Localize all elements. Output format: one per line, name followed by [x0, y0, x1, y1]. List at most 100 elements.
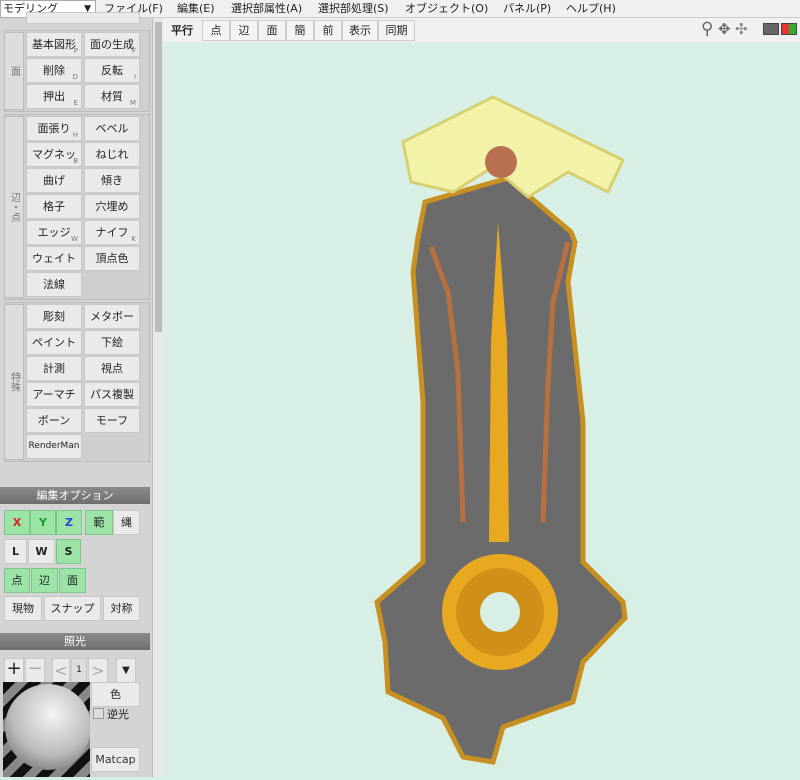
menu-edit[interactable]: 編集(E) [177, 0, 215, 18]
light-color-button[interactable]: 色 [91, 682, 140, 707]
tool-label: 曲げ [43, 174, 65, 187]
tool-label: 彫刻 [43, 310, 65, 323]
tool-label: 基本図形 [32, 38, 76, 51]
tool-button[interactable]: ボーン [26, 408, 82, 433]
tool-button[interactable]: 反転 I [84, 58, 140, 83]
tool-button[interactable]: 穴埋め [84, 194, 140, 219]
range-toggle[interactable]: 範 [85, 510, 113, 535]
panel-scrollbar[interactable] [152, 18, 163, 777]
shortcut-key: E [73, 99, 78, 107]
matcap-button[interactable]: Matcap [91, 747, 140, 772]
coord-local[interactable]: L [4, 539, 27, 564]
tool-button[interactable]: マグネットB [26, 142, 82, 184]
tool-label: 面の生成 [90, 38, 134, 51]
tool-label: 下絵 [101, 336, 123, 349]
sync-button[interactable]: 同期 [378, 20, 415, 41]
add-light-button[interactable]: + [4, 658, 24, 683]
select-edge[interactable]: 辺 [31, 568, 58, 593]
scrollbar-thumb[interactable] [155, 22, 162, 332]
collapsed-button[interactable] [26, 12, 140, 24]
tool-label: ねじれ [95, 148, 129, 161]
tool-button[interactable]: ナイフ K [84, 220, 140, 245]
tool-button[interactable]: RenderMan [26, 434, 82, 459]
3d-viewport[interactable] [163, 42, 800, 777]
tool-label: 穴埋め [95, 200, 129, 213]
remove-light-button[interactable]: − [25, 658, 45, 683]
axis-y-toggle[interactable]: Y [30, 510, 56, 535]
tool-label: 頂点色 [95, 252, 129, 265]
select-point[interactable]: 点 [4, 568, 30, 593]
mode-point[interactable]: 点 [202, 20, 230, 41]
tool-button[interactable]: 削除 D [26, 58, 82, 83]
backlight-label: 逆光 [107, 708, 129, 721]
tool-label: ナイフ [95, 226, 129, 239]
tool-button[interactable]: 格子 [26, 194, 82, 219]
snap-button[interactable]: スナップ [44, 596, 101, 621]
backlight-checkbox[interactable] [93, 708, 104, 719]
matcap-sphere-preview[interactable] [3, 682, 90, 777]
tool-button[interactable]: ウェイト [26, 246, 82, 271]
tool-button[interactable]: パス複製 [84, 382, 140, 407]
light-index: 1 [71, 658, 87, 683]
tool-label: 計測 [43, 362, 65, 375]
menu-panel[interactable]: パネル(P) [503, 0, 551, 18]
mode-face[interactable]: 面 [258, 20, 286, 41]
prev-light-button[interactable]: < [52, 658, 70, 683]
tool-button[interactable]: 押出 E [26, 84, 82, 109]
move-icon[interactable]: ✥ [718, 20, 731, 38]
menu-help[interactable]: ヘルプ(H) [566, 0, 616, 18]
shortcut-key: W [71, 235, 78, 243]
shortcut-key: D [72, 73, 78, 81]
tool-button[interactable]: 法線 [26, 272, 82, 297]
display-button[interactable]: 表示 [342, 20, 378, 41]
tool-label: 押出 [43, 90, 65, 103]
tool-button[interactable]: 傾き [84, 168, 140, 193]
tool-button[interactable]: 基本図形 P [26, 32, 82, 57]
coord-screen[interactable]: S [56, 539, 81, 564]
front-button[interactable]: 前 [314, 20, 342, 41]
shortcut-key: H [72, 131, 78, 139]
symmetry-button[interactable]: 対称 [103, 596, 140, 621]
coord-world[interactable]: W [28, 539, 55, 564]
axis-z-toggle[interactable]: Z [56, 510, 82, 535]
tool-button[interactable]: ねじれ [84, 142, 140, 167]
menu-processing[interactable]: 選択部処理(S) [318, 0, 389, 18]
simple-button[interactable]: 簡 [286, 20, 314, 41]
tool-button[interactable]: 面張り H [26, 116, 82, 141]
shortcut-key: F [131, 47, 136, 55]
tool-button[interactable]: 面の生成 F [84, 32, 140, 57]
tool-button[interactable]: 計測 [26, 356, 82, 381]
light-menu-chevron-icon[interactable]: ▼ [116, 658, 136, 683]
model-top-gem [485, 146, 517, 178]
search-icon[interactable]: ⚲ [701, 19, 713, 39]
next-light-button[interactable]: > [88, 658, 108, 683]
tool-label: ボーン [37, 414, 71, 427]
tool-button[interactable]: 曲げ [26, 168, 82, 193]
tool-button[interactable]: メタボール [84, 304, 140, 346]
actual-button[interactable]: 現物 [4, 596, 42, 621]
tool-button[interactable]: ベベル [84, 116, 140, 141]
model-top-cap [401, 95, 625, 199]
tool-button[interactable]: アーマチャー [26, 382, 82, 424]
tool-label: 反転 [101, 64, 123, 77]
tool-button[interactable]: ペイント [26, 330, 82, 355]
projection-label[interactable]: 平行 [171, 22, 193, 38]
select-face[interactable]: 面 [59, 568, 86, 593]
mode-edge[interactable]: 辺 [230, 20, 258, 41]
tool-label: 材質 [101, 90, 123, 103]
tool-button[interactable]: エッジ W [26, 220, 82, 245]
multi-view-icon[interactable] [781, 23, 797, 35]
tool-button[interactable]: 視点 [84, 356, 140, 381]
tool-button[interactable]: 材質 M [84, 84, 140, 109]
menu-attributes[interactable]: 選択部属性(A) [231, 0, 302, 18]
rotate-icon[interactable]: ✣ [735, 20, 748, 38]
tool-button[interactable]: モーフ [84, 408, 140, 433]
axis-x-toggle[interactable]: X [4, 510, 30, 535]
tool-label: 傾き [101, 174, 123, 187]
single-view-icon[interactable] [763, 23, 779, 35]
rope-toggle[interactable]: 縄 [113, 510, 140, 535]
tool-button[interactable]: 彫刻 [26, 304, 82, 329]
tool-button[interactable]: 下絵 [84, 330, 140, 355]
menu-object[interactable]: オブジェクト(O) [405, 0, 488, 18]
tool-button[interactable]: 頂点色 [84, 246, 140, 271]
